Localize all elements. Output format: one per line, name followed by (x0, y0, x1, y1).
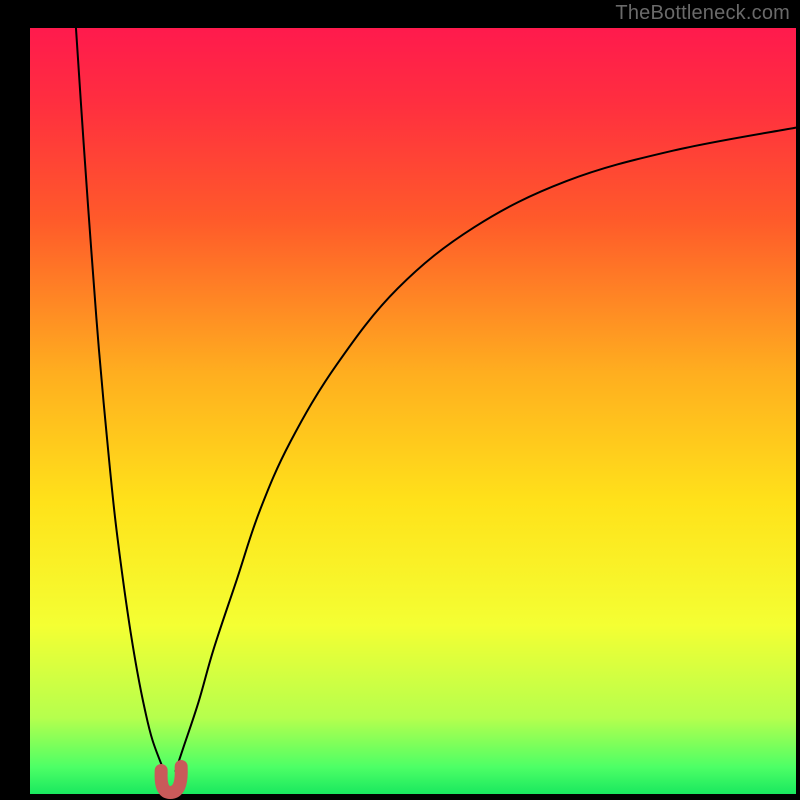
bottleneck-chart (0, 0, 800, 800)
chart-stage: TheBottleneck.com (0, 0, 800, 800)
watermark-text: TheBottleneck.com (615, 2, 790, 25)
gradient-background (30, 28, 796, 794)
